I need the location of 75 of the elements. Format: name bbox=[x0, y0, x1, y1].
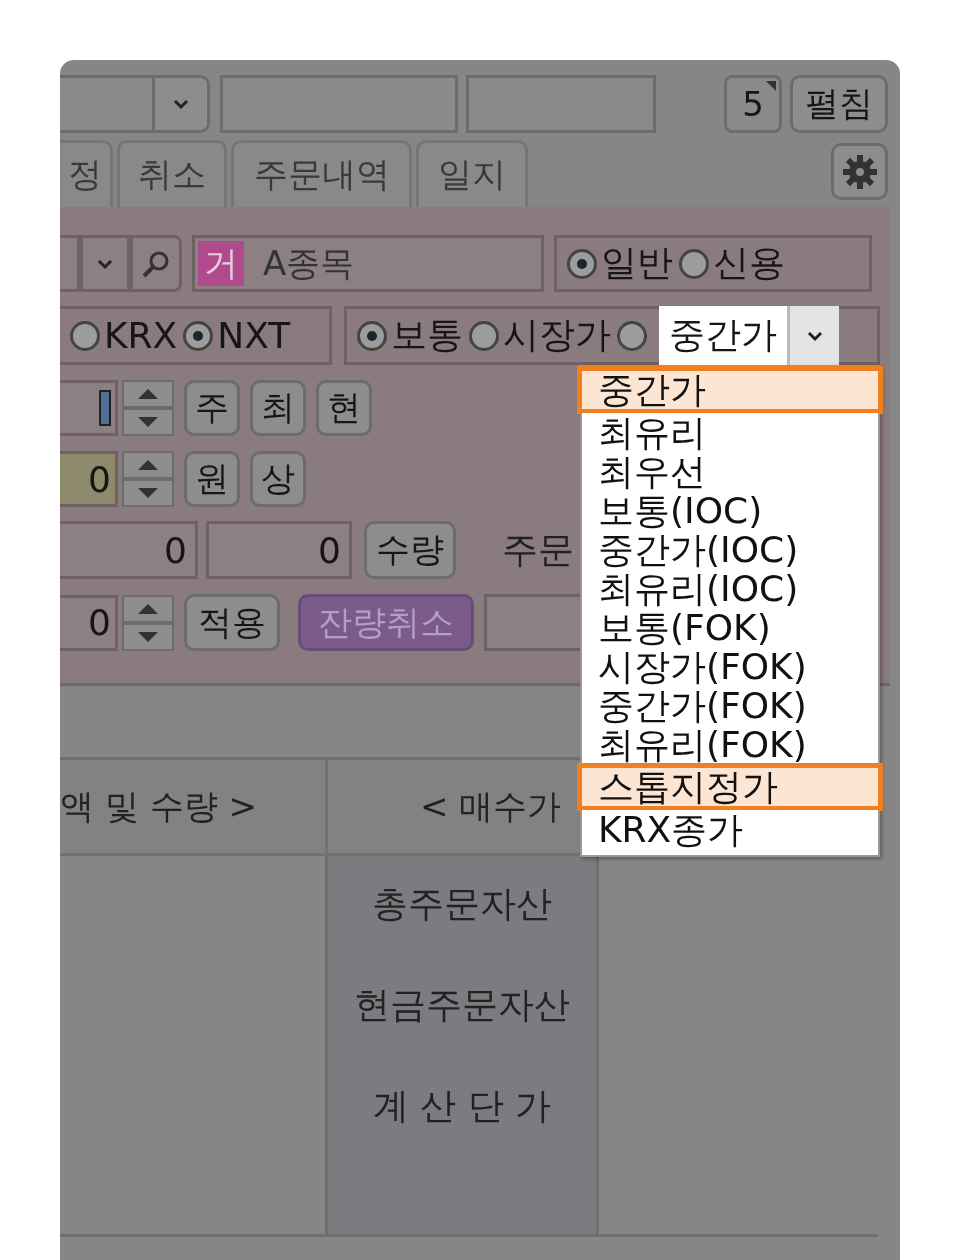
radio-button[interactable] bbox=[357, 320, 387, 351]
arrow-down-icon bbox=[137, 487, 159, 499]
input-field[interactable] bbox=[466, 75, 656, 133]
radio-button[interactable] bbox=[567, 248, 597, 279]
radio-button[interactable] bbox=[70, 320, 100, 351]
settings-icon bbox=[840, 152, 879, 191]
radio-label: 일반 bbox=[601, 241, 673, 285]
input-field[interactable] bbox=[220, 75, 458, 133]
row-label: 현금주문자산 bbox=[354, 983, 570, 1027]
price-field[interactable]: 0 bbox=[60, 451, 118, 507]
price-type-combo[interactable]: 중간가 bbox=[659, 306, 787, 365]
menu-item[interactable]: 최유리 bbox=[582, 413, 878, 452]
arrow-up-icon bbox=[137, 459, 159, 471]
decrement-button[interactable] bbox=[122, 479, 174, 507]
quick-button[interactable]: 원 bbox=[184, 451, 240, 507]
menu-item[interactable]: 보통(FOK) bbox=[582, 608, 878, 647]
increment-button[interactable] bbox=[122, 380, 174, 408]
menu-item[interactable]: 최유리(FOK) bbox=[582, 725, 878, 764]
menu-item[interactable]: 최우선 bbox=[582, 452, 878, 491]
increment-button[interactable] bbox=[122, 594, 174, 623]
amount-field[interactable]: 0 bbox=[60, 521, 198, 579]
tab[interactable]: 주문내역 bbox=[231, 140, 412, 207]
dropdown-button[interactable] bbox=[80, 235, 130, 292]
apply-button[interactable]: 적용 bbox=[184, 594, 280, 651]
radio-label: 신용 bbox=[713, 241, 785, 285]
market-badge: 거 bbox=[198, 241, 244, 286]
radio-button[interactable] bbox=[617, 320, 647, 351]
settings-button[interactable] bbox=[831, 143, 888, 200]
decrement-button[interactable] bbox=[122, 622, 174, 651]
tab[interactable]: 정 bbox=[60, 140, 113, 207]
stock-field[interactable]: 거 A종목 bbox=[192, 235, 544, 292]
menu-item[interactable]: 스톱지정가 bbox=[578, 764, 882, 810]
decrement-button[interactable] bbox=[122, 408, 174, 436]
quick-button[interactable]: 상 bbox=[250, 451, 306, 507]
arrow-up-icon bbox=[137, 388, 159, 400]
menu-item[interactable]: KRX종가 bbox=[582, 810, 878, 849]
amount-field[interactable]: 0 bbox=[206, 521, 352, 579]
caret-down-icon bbox=[805, 329, 824, 342]
arrow-down-icon bbox=[137, 416, 159, 428]
search-button[interactable] bbox=[130, 235, 182, 292]
quantity-button[interactable]: 수량 bbox=[364, 521, 456, 579]
stock-name: A종목 bbox=[263, 241, 355, 285]
menu-item[interactable]: 보통(IOC) bbox=[582, 491, 878, 530]
quick-button[interactable]: 주 bbox=[184, 380, 240, 436]
dropdown-button[interactable] bbox=[787, 306, 839, 365]
arrow-up-icon bbox=[137, 602, 159, 615]
caret-down-icon bbox=[172, 98, 190, 110]
count-button[interactable]: 5 bbox=[724, 75, 782, 133]
menu-item[interactable]: 중간가 bbox=[578, 367, 882, 413]
expand-button[interactable]: 펼침 bbox=[790, 75, 888, 133]
quick-button[interactable]: 최 bbox=[250, 380, 306, 436]
tab[interactable]: 일지 bbox=[416, 140, 528, 207]
menu-item[interactable]: 최유리(IOC) bbox=[582, 569, 878, 608]
radio-label: KRX bbox=[104, 315, 178, 356]
row-label: 계 산 단 가 bbox=[372, 1084, 552, 1128]
table-header: 액 및 수량 > bbox=[60, 760, 325, 853]
radio-label: NXT bbox=[217, 315, 291, 356]
increment-button[interactable] bbox=[122, 451, 174, 479]
radio-label: 보통 bbox=[391, 313, 463, 357]
radio-button[interactable] bbox=[679, 248, 709, 279]
menu-item[interactable]: 중간가(FOK) bbox=[582, 686, 878, 725]
caret-down-icon bbox=[96, 257, 114, 270]
radio-button[interactable] bbox=[183, 320, 214, 351]
order-label: 주문 bbox=[502, 527, 574, 572]
arrow-down-icon bbox=[137, 630, 159, 643]
row-label: 총주문자산 bbox=[372, 882, 552, 926]
menu-item[interactable]: 중간가(IOC) bbox=[582, 530, 878, 569]
menu-item[interactable]: 시장가(FOK) bbox=[582, 647, 878, 686]
tab[interactable]: 취소 bbox=[117, 140, 227, 207]
quick-button[interactable]: 현 bbox=[316, 380, 372, 436]
number-field[interactable]: 0 bbox=[60, 594, 118, 651]
radio-label: 시장가 bbox=[503, 313, 611, 357]
quantity-field[interactable] bbox=[60, 380, 118, 436]
corner-triangle-icon bbox=[766, 81, 776, 91]
radio-button[interactable] bbox=[469, 320, 499, 351]
